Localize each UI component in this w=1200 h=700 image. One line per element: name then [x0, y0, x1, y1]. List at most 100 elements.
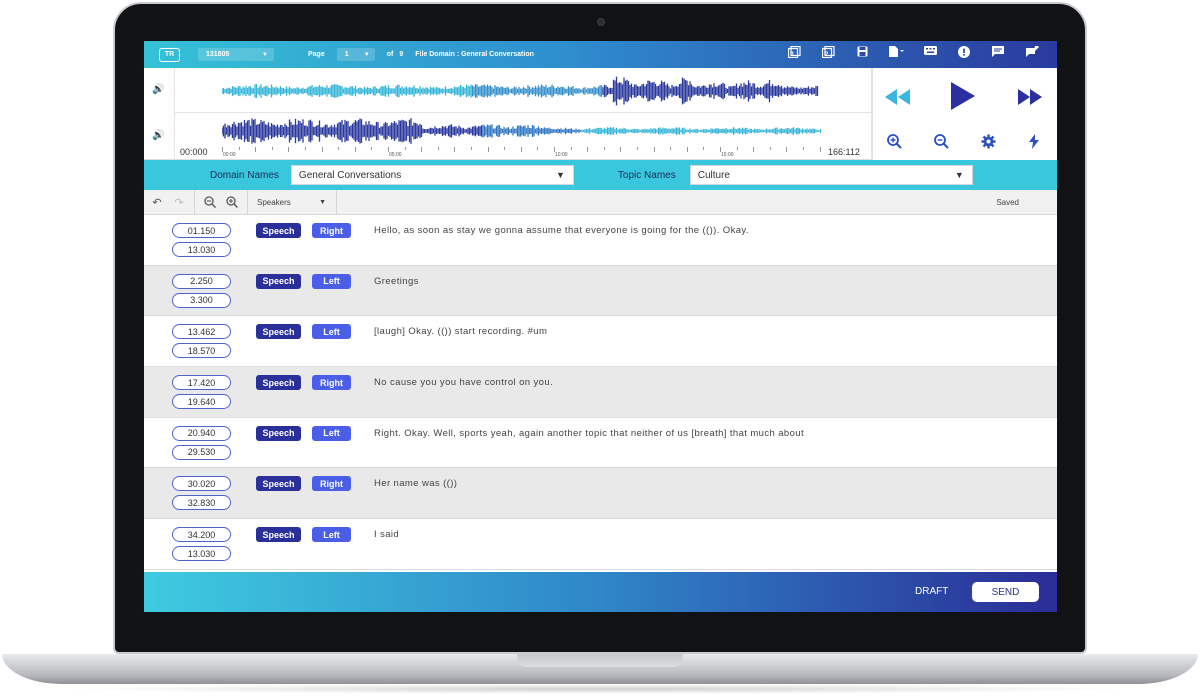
- comment-icon[interactable]: [981, 46, 1015, 58]
- info-icon[interactable]: [947, 46, 981, 58]
- segment-side-badge[interactable]: Left: [312, 274, 351, 289]
- rewind-icon[interactable]: [885, 86, 911, 108]
- segment-start-time[interactable]: 30.020: [172, 476, 231, 491]
- undo-icon[interactable]: ↶: [146, 196, 168, 209]
- segment-row[interactable]: 13.462 18.570 Speech Left [laugh] Okay. (())…: [144, 316, 1057, 367]
- laptop-notch: [517, 654, 683, 667]
- zoom-in-icon[interactable]: [221, 196, 243, 208]
- chevron-down-icon: ▼: [319, 199, 326, 206]
- segment-text[interactable]: Greetings: [374, 276, 419, 287]
- timeline-tick-label: 05:00: [389, 152, 402, 158]
- segment-start-time[interactable]: 01.150: [172, 223, 231, 238]
- page-select[interactable]: 1 ▼: [337, 48, 375, 61]
- segment-end-time[interactable]: 19.640: [172, 394, 231, 409]
- timeline-ruler: 00:0005:0010:0015:00: [222, 147, 822, 159]
- segment-start-time[interactable]: 20.940: [172, 426, 231, 441]
- chevron-down-icon: ▼: [556, 170, 565, 180]
- speakers-dropdown[interactable]: Speakers ▼: [252, 198, 332, 207]
- segment-end-time[interactable]: 3.300: [172, 293, 231, 308]
- segment-start-time[interactable]: 17.420: [172, 375, 231, 390]
- timeline-tick: [654, 147, 655, 152]
- save-icon[interactable]: [845, 46, 879, 58]
- segment-start-time[interactable]: 13.462: [172, 324, 231, 339]
- timeline-tick: [471, 147, 472, 150]
- segment-end-time[interactable]: 13.030: [172, 242, 231, 257]
- timeline-tick: [571, 147, 572, 150]
- segment-text[interactable]: [laugh] Okay. (()) start recording. #um: [374, 326, 547, 337]
- timeline-tick: [438, 147, 439, 150]
- segment-end-time[interactable]: 13.030: [172, 546, 231, 561]
- view-double-icon[interactable]: 2: [811, 46, 845, 58]
- segment-side-badge[interactable]: Right: [312, 223, 351, 238]
- zoom-out-icon[interactable]: [932, 132, 950, 150]
- speaker-volume-icon[interactable]: 🔊: [152, 84, 164, 95]
- fast-forward-icon[interactable]: [1017, 86, 1043, 108]
- segment-row[interactable]: 30.020 32.830 Speech Right Her name was (()): [144, 468, 1057, 519]
- timeline-tick: [272, 147, 273, 150]
- gear-icon[interactable]: [979, 132, 997, 150]
- document-menu-icon[interactable]: [879, 46, 913, 58]
- of-label: of: [387, 51, 394, 58]
- segment-row[interactable]: 01.150 13.030 Speech Right Hello, as soon as…: [144, 215, 1057, 266]
- segment-type-badge[interactable]: Speech: [256, 426, 301, 441]
- draft-button[interactable]: DRAFT: [915, 586, 948, 597]
- segment-row[interactable]: 34.200 13.030 Speech Left I said: [144, 519, 1057, 570]
- segment-row[interactable]: 17.420 19.640 Speech Right No cause you you …: [144, 367, 1057, 418]
- segment-type-badge[interactable]: Speech: [256, 324, 301, 339]
- keyboard-icon[interactable]: [913, 46, 947, 58]
- waveform-channel-1[interactable]: [222, 74, 822, 108]
- topic-names-select[interactable]: Culture ▼: [690, 165, 973, 185]
- domain-names-select[interactable]: General Conversations ▼: [291, 165, 574, 185]
- segment-end-time[interactable]: 29.530: [172, 445, 231, 460]
- topic-names-label: Topic Names: [618, 170, 676, 181]
- redo-icon[interactable]: ↷: [168, 196, 190, 209]
- waveform-panel[interactable]: 🔊 🔊 00:000 00:0005:0010:0015:00 166:112: [144, 68, 871, 160]
- zoom-out-icon[interactable]: [199, 196, 221, 208]
- segment-start-time[interactable]: 2.250: [172, 274, 231, 289]
- segment-start-time[interactable]: 34.200: [172, 527, 231, 542]
- segment-side-badge[interactable]: Right: [312, 375, 351, 390]
- segment-text[interactable]: Right. Okay. Well, sports yeah, again an…: [374, 428, 804, 439]
- timeline-tick: [737, 147, 738, 150]
- waveform-start-time: 00:000: [180, 147, 208, 157]
- segment-type-badge[interactable]: Speech: [256, 527, 301, 542]
- camera-icon: [597, 18, 605, 26]
- page-label: Page: [308, 51, 325, 58]
- toolbar-divider: [247, 190, 248, 215]
- chat-edit-icon[interactable]: [1015, 46, 1049, 58]
- play-icon[interactable]: [949, 82, 977, 110]
- timeline-tick: [770, 147, 771, 150]
- send-button[interactable]: SEND: [972, 582, 1039, 602]
- segment-text[interactable]: Hello, as soon as stay we gonna assume t…: [374, 225, 749, 236]
- toolbar-divider: [194, 190, 195, 215]
- top-icons: 1 2: [777, 46, 1049, 58]
- segment-end-time[interactable]: 32.830: [172, 495, 231, 510]
- segment-type-badge[interactable]: Speech: [256, 223, 301, 238]
- file-select[interactable]: 131805 ▼: [198, 48, 274, 61]
- segment-side-badge[interactable]: Right: [312, 476, 351, 491]
- segment-row[interactable]: 20.940 29.530 Speech Left Right. Okay. Well,…: [144, 418, 1057, 469]
- timeline-tick: [371, 147, 372, 150]
- segment-type-badge[interactable]: Speech: [256, 476, 301, 491]
- speaker-volume-icon[interactable]: 🔊: [152, 130, 164, 141]
- segment-row[interactable]: 2.250 3.300 Speech Left Greetings: [144, 266, 1057, 317]
- segment-side-badge[interactable]: Left: [312, 527, 351, 542]
- segment-end-time[interactable]: 18.570: [172, 343, 231, 358]
- tr-button[interactable]: TR: [159, 48, 180, 62]
- zoom-in-icon[interactable]: [885, 132, 903, 150]
- view-single-icon[interactable]: 1: [777, 46, 811, 58]
- segment-side-badge[interactable]: Left: [312, 426, 351, 441]
- lightning-icon[interactable]: [1025, 132, 1043, 150]
- segment-side-badge[interactable]: Left: [312, 324, 351, 339]
- timeline-tick: [753, 147, 754, 152]
- segment-text[interactable]: No cause you you have control on you.: [374, 377, 553, 388]
- segment-type-badge[interactable]: Speech: [256, 375, 301, 390]
- segment-text[interactable]: Her name was (()): [374, 478, 457, 489]
- waveform-channel-2[interactable]: [222, 116, 822, 146]
- timeline-tick-label: 10:00: [555, 152, 568, 158]
- timeline-tick: [355, 147, 356, 152]
- timeline-tick: [604, 147, 605, 150]
- save-status: Saved: [996, 198, 1019, 207]
- segment-type-badge[interactable]: Speech: [256, 274, 301, 289]
- segment-text[interactable]: I said: [374, 529, 399, 540]
